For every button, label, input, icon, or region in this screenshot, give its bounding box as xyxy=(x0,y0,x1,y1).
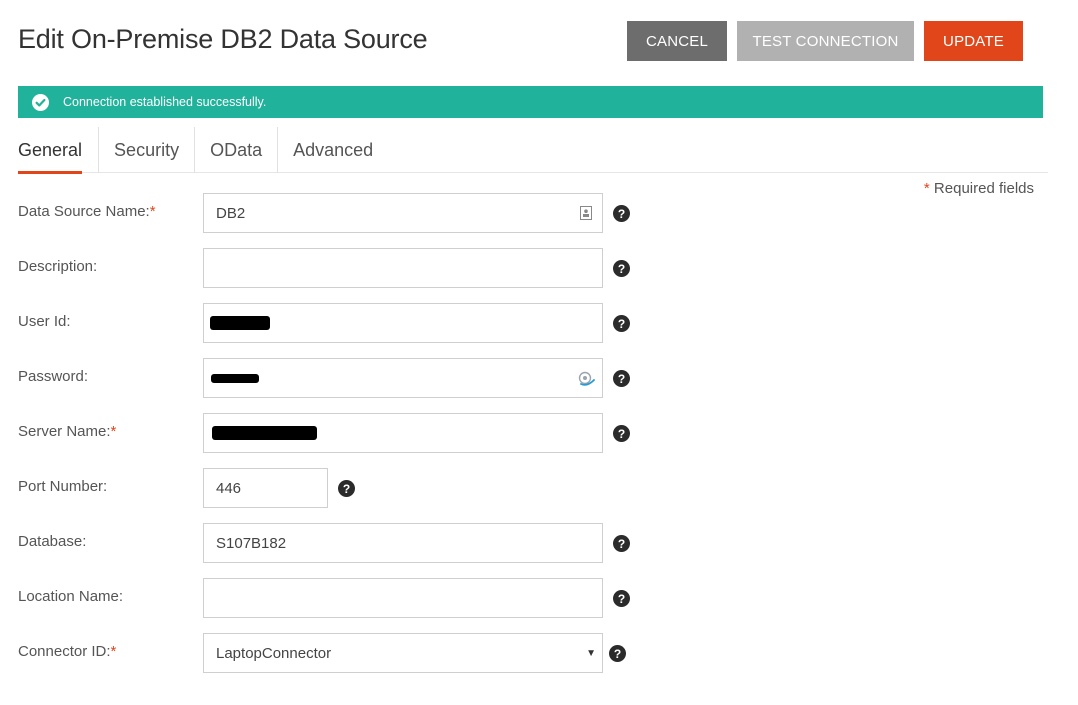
page-title: Edit On-Premise DB2 Data Source xyxy=(18,24,428,54)
contact-card-icon[interactable] xyxy=(580,206,592,220)
database-row: Database: S107B182 ? xyxy=(18,523,718,563)
port-number-label: Port Number: xyxy=(18,478,108,495)
user-id-input[interactable] xyxy=(203,303,603,343)
description-row: Description: ? xyxy=(18,248,718,288)
tab-bar: General Security OData Advanced xyxy=(18,127,1048,174)
tab-general[interactable]: General xyxy=(18,127,100,174)
cancel-button[interactable]: CANCEL xyxy=(627,21,727,61)
help-icon[interactable]: ? xyxy=(613,260,630,277)
data-source-name-input[interactable]: DB2 xyxy=(203,193,603,233)
password-row: Password: ? xyxy=(18,358,718,398)
help-icon[interactable]: ? xyxy=(613,535,630,552)
server-name-input[interactable] xyxy=(203,413,603,453)
server-name-label: Server Name:* xyxy=(18,423,117,440)
location-name-input[interactable] xyxy=(203,578,603,618)
alert-message: Connection established successfully. xyxy=(63,95,267,109)
help-icon[interactable]: ? xyxy=(338,480,355,497)
help-icon[interactable]: ? xyxy=(613,315,630,332)
database-input[interactable]: S107B182 xyxy=(203,523,603,563)
help-icon[interactable]: ? xyxy=(613,370,630,387)
tab-security[interactable]: Security xyxy=(99,127,196,173)
success-alert: Connection established successfully. xyxy=(18,86,1043,118)
password-input[interactable] xyxy=(203,358,603,398)
required-fields-note: * Required fields xyxy=(923,180,1034,197)
connector-id-select[interactable]: LaptopConnector ▼ xyxy=(203,633,603,673)
description-input[interactable] xyxy=(203,248,603,288)
user-id-row: User Id: ? xyxy=(18,303,718,343)
caret-down-icon: ▼ xyxy=(586,648,596,659)
password-label: Password: xyxy=(18,368,89,385)
help-icon[interactable]: ? xyxy=(613,425,630,442)
description-label: Description: xyxy=(18,258,98,275)
data-source-name-label: Data Source Name:* xyxy=(18,203,156,220)
user-id-label: User Id: xyxy=(18,313,71,330)
help-icon[interactable]: ? xyxy=(609,645,626,662)
help-icon[interactable]: ? xyxy=(613,205,630,222)
redacted-value xyxy=(210,316,270,330)
server-name-row: Server Name:* ? xyxy=(18,413,718,453)
tab-advanced[interactable]: Advanced xyxy=(278,127,388,173)
location-name-row: Location Name: ? xyxy=(18,578,718,618)
data-source-name-row: Data Source Name:* DB2 ? xyxy=(18,193,718,233)
connector-id-label: Connector ID:* xyxy=(18,643,117,660)
update-button[interactable]: UPDATE xyxy=(924,21,1023,61)
connector-id-row: Connector ID:* LaptopConnector ▼ ? xyxy=(18,633,718,673)
database-label: Database: xyxy=(18,533,87,550)
tab-odata[interactable]: OData xyxy=(195,127,279,173)
redacted-value xyxy=(212,426,317,440)
help-icon[interactable]: ? xyxy=(613,590,630,607)
check-circle-icon xyxy=(32,93,49,111)
key-icon[interactable] xyxy=(578,371,596,387)
port-number-input[interactable]: 446 xyxy=(203,468,328,508)
test-connection-button[interactable]: TEST CONNECTION xyxy=(737,21,914,61)
location-name-label: Location Name: xyxy=(18,588,124,605)
redacted-value xyxy=(211,374,259,383)
port-number-row: Port Number: 446 ? xyxy=(18,468,718,508)
